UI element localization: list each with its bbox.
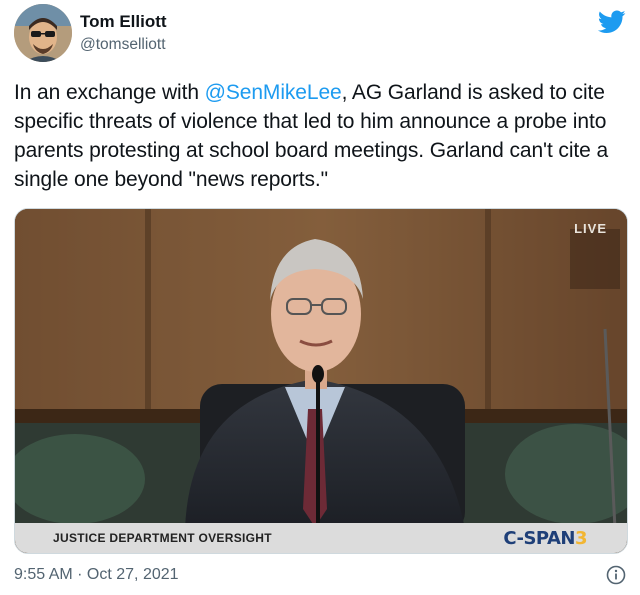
- network-channel-number: 3: [574, 528, 588, 549]
- author-name[interactable]: Tom Elliott: [80, 12, 167, 32]
- lower-third-banner: JUSTICE DEPARTMENT OVERSIGHT C-SPAN3: [15, 523, 627, 553]
- video-caption: JUSTICE DEPARTMENT OVERSIGHT: [53, 531, 272, 545]
- tweet-timestamp[interactable]: 9:55 AM · Oct 27, 2021: [14, 566, 179, 584]
- network-name: C-SPAN: [503, 528, 575, 549]
- tweet-text-part: In an exchange with: [14, 81, 205, 104]
- video-still[interactable]: LIVE JUSTICE DEPARTMENT OVERSIGHT C-SPAN…: [14, 208, 628, 554]
- mention-link[interactable]: @SenMikeLee: [205, 81, 342, 104]
- author-handle[interactable]: @tomselliott: [80, 36, 166, 54]
- video-frame-image: [15, 209, 627, 553]
- network-logo: C-SPAN3: [503, 528, 587, 549]
- avatar[interactable]: [14, 4, 72, 62]
- twitter-bird-icon[interactable]: [597, 10, 626, 34]
- tweet-text: In an exchange with @SenMikeLee, AG Garl…: [14, 78, 629, 194]
- info-icon[interactable]: [606, 565, 626, 585]
- live-badge: LIVE: [574, 221, 607, 236]
